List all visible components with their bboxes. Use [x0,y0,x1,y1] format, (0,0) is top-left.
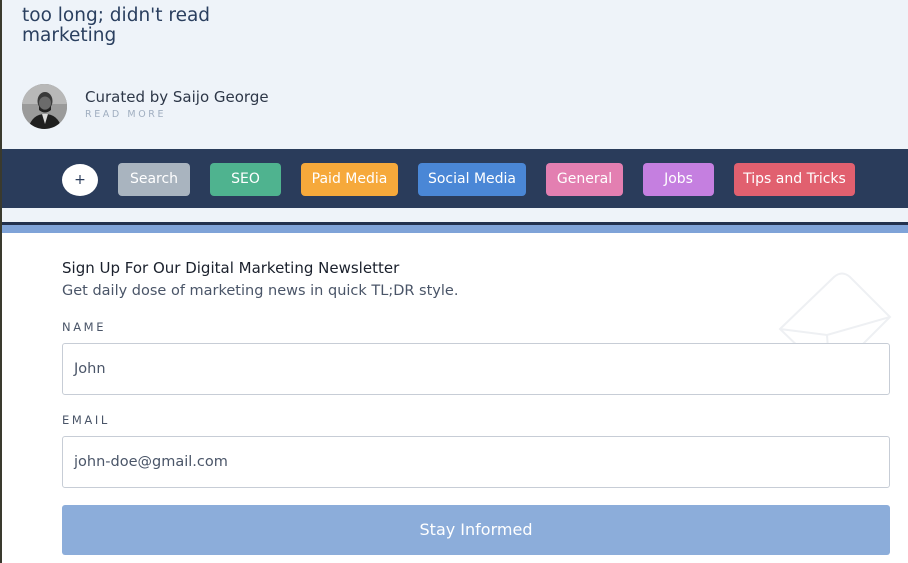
site-title-line-2: marketing [22,25,117,46]
add-category-button[interactable]: + [62,164,98,196]
curator-block: Curated by Saijo George READ MORE [22,84,269,129]
newsletter-signup: Sign Up For Our Digital Marketing Newsle… [2,233,908,563]
name-input[interactable]: John [62,343,890,395]
stay-informed-button[interactable]: Stay Informed [62,505,890,555]
nav-pill-search[interactable]: Search [118,163,190,196]
nav-pill-jobs[interactable]: Jobs [643,163,714,196]
category-nav: + Search SEO Paid Media Social Media Gen… [2,149,908,208]
nav-pill-seo[interactable]: SEO [210,163,281,196]
nav-pill-general[interactable]: General [546,163,623,196]
nav-pill-label: Tips and Tricks [743,171,846,187]
nav-pill-tips-and-tricks[interactable]: Tips and Tricks [734,163,855,196]
site-title-line-1: too long; didn't read [22,5,211,26]
section-spacer [2,208,908,222]
email-label: EMAIL [62,413,110,427]
nav-pill-social-media[interactable]: Social Media [418,163,526,196]
nav-pill-label: SEO [231,171,260,187]
nav-pill-label: General [556,171,613,187]
email-input-value: john-doe@gmail.com [74,454,228,470]
site-title[interactable]: too long; didn't read marketing [22,6,282,46]
nav-pill-paid-media[interactable]: Paid Media [301,163,398,196]
accent-stripe [2,225,908,233]
curator-name: Curated by Saijo George [85,87,269,106]
signup-subtitle: Get daily dose of marketing news in quic… [62,283,459,299]
avatar-photo-icon [22,84,67,129]
nav-pill-label: Search [129,171,179,187]
curator-avatar[interactable] [22,84,67,129]
nav-pill-label: Jobs [664,171,693,187]
name-input-value: John [74,361,106,377]
name-label: NAME [62,320,107,334]
nav-pill-label: Social Media [427,171,516,187]
nav-pill-label: Paid Media [311,171,388,187]
site-header: too long; didn't read marketing Curated … [2,0,908,149]
email-input[interactable]: john-doe@gmail.com [62,436,890,488]
read-more-link[interactable]: READ MORE [85,109,269,120]
signup-title: Sign Up For Our Digital Marketing Newsle… [62,259,400,277]
